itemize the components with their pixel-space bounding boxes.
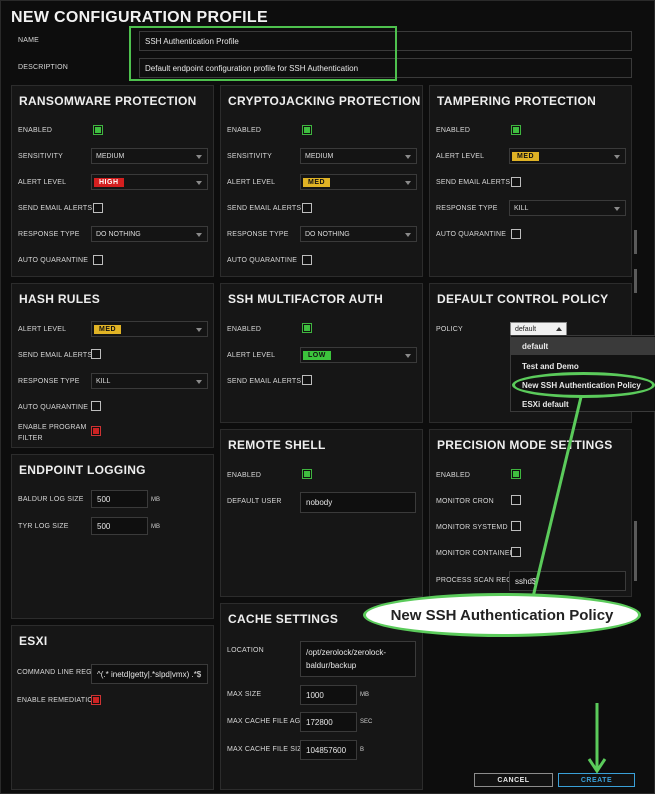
annotation-overlay (531, 396, 607, 774)
zoom-callout: New SSH Authentication Policy (363, 593, 641, 637)
callout-connector-line (531, 396, 583, 598)
configuration-profile-dialog: NEW CONFIGURATION PROFILE NAME SSH Authe… (0, 0, 655, 794)
